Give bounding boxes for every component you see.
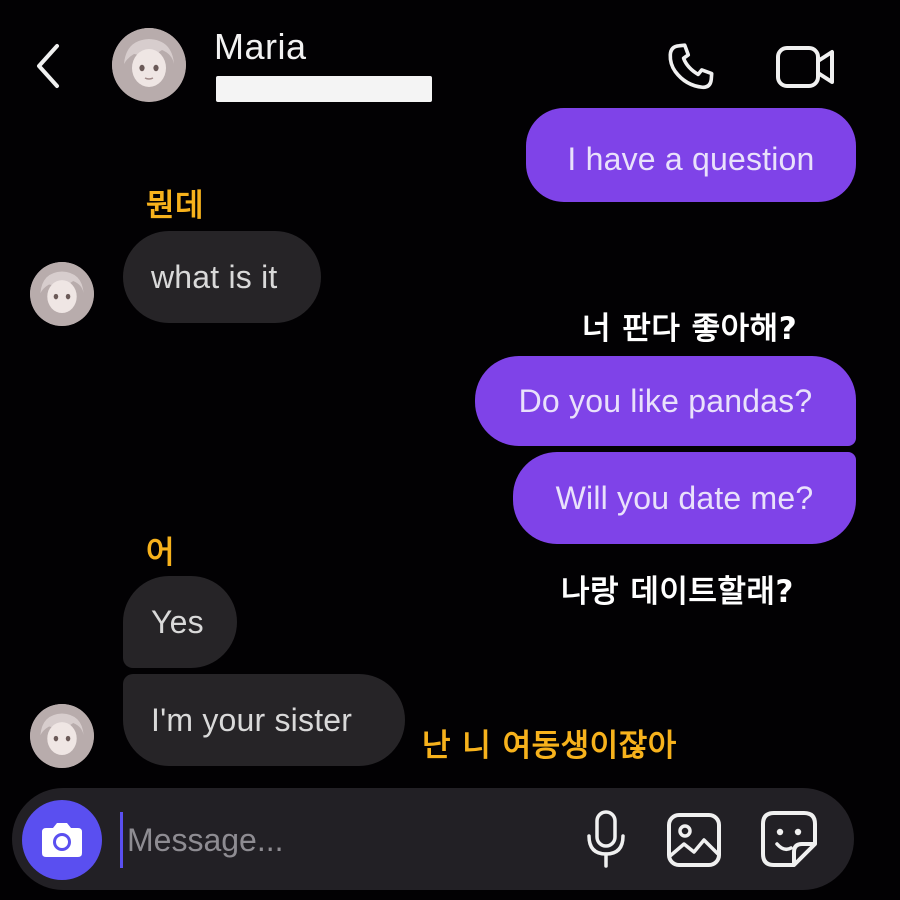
message-text: I'm your sister bbox=[151, 701, 353, 738]
subtitle-caption: 난 니 여동생이잖아 bbox=[422, 728, 677, 764]
phone-icon bbox=[668, 43, 714, 90]
camera-icon bbox=[42, 823, 82, 857]
message-text: Will you date me? bbox=[555, 479, 814, 516]
incoming-message-bubble[interactable]: what is it bbox=[123, 231, 321, 323]
avatar-image bbox=[30, 704, 94, 768]
outgoing-message-bubble[interactable]: Do you like pandas? bbox=[475, 356, 856, 446]
message-text: Do you like pandas? bbox=[518, 382, 813, 419]
image-gallery-icon bbox=[667, 813, 721, 867]
avatar-image bbox=[30, 262, 94, 326]
outgoing-message-bubble[interactable]: Will you date me? bbox=[513, 452, 856, 544]
avatar-image bbox=[112, 28, 186, 102]
subtitle-caption: 뭔데 bbox=[146, 188, 205, 224]
chevron-left-icon bbox=[37, 44, 59, 88]
sender-avatar[interactable] bbox=[30, 704, 94, 768]
microphone-icon bbox=[587, 810, 625, 868]
gallery-button[interactable] bbox=[662, 808, 726, 872]
voice-message-button[interactable] bbox=[580, 806, 632, 874]
incoming-message-bubble[interactable]: I'm your sister bbox=[123, 674, 405, 766]
message-text: I have a question bbox=[567, 140, 815, 177]
subtitle-caption: 너 판다 좋아해? bbox=[582, 311, 798, 347]
sender-avatar[interactable] bbox=[30, 262, 94, 326]
message-text: Yes bbox=[151, 603, 204, 640]
sticker-button[interactable] bbox=[756, 806, 822, 872]
message-text: what is it bbox=[151, 258, 278, 295]
message-input[interactable] bbox=[120, 812, 567, 868]
contact-name[interactable]: Maria bbox=[214, 26, 307, 68]
outgoing-message-bubble[interactable]: I have a question bbox=[526, 108, 856, 202]
username-redaction-bar bbox=[216, 76, 432, 102]
video-call-button[interactable] bbox=[772, 38, 840, 96]
incoming-message-bubble[interactable]: Yes bbox=[123, 576, 237, 668]
camera-button[interactable] bbox=[22, 800, 102, 880]
video-camera-icon bbox=[776, 46, 834, 88]
chat-screen: Maria I have a question 뭔데 what is it 너 … bbox=[0, 0, 900, 900]
subtitle-caption: 나랑 데이트할래? bbox=[561, 574, 794, 610]
voice-call-button[interactable] bbox=[660, 36, 722, 98]
sticker-icon bbox=[761, 811, 817, 867]
contact-avatar[interactable] bbox=[112, 28, 186, 102]
subtitle-caption: 어 bbox=[146, 535, 176, 571]
back-button[interactable] bbox=[28, 38, 68, 94]
